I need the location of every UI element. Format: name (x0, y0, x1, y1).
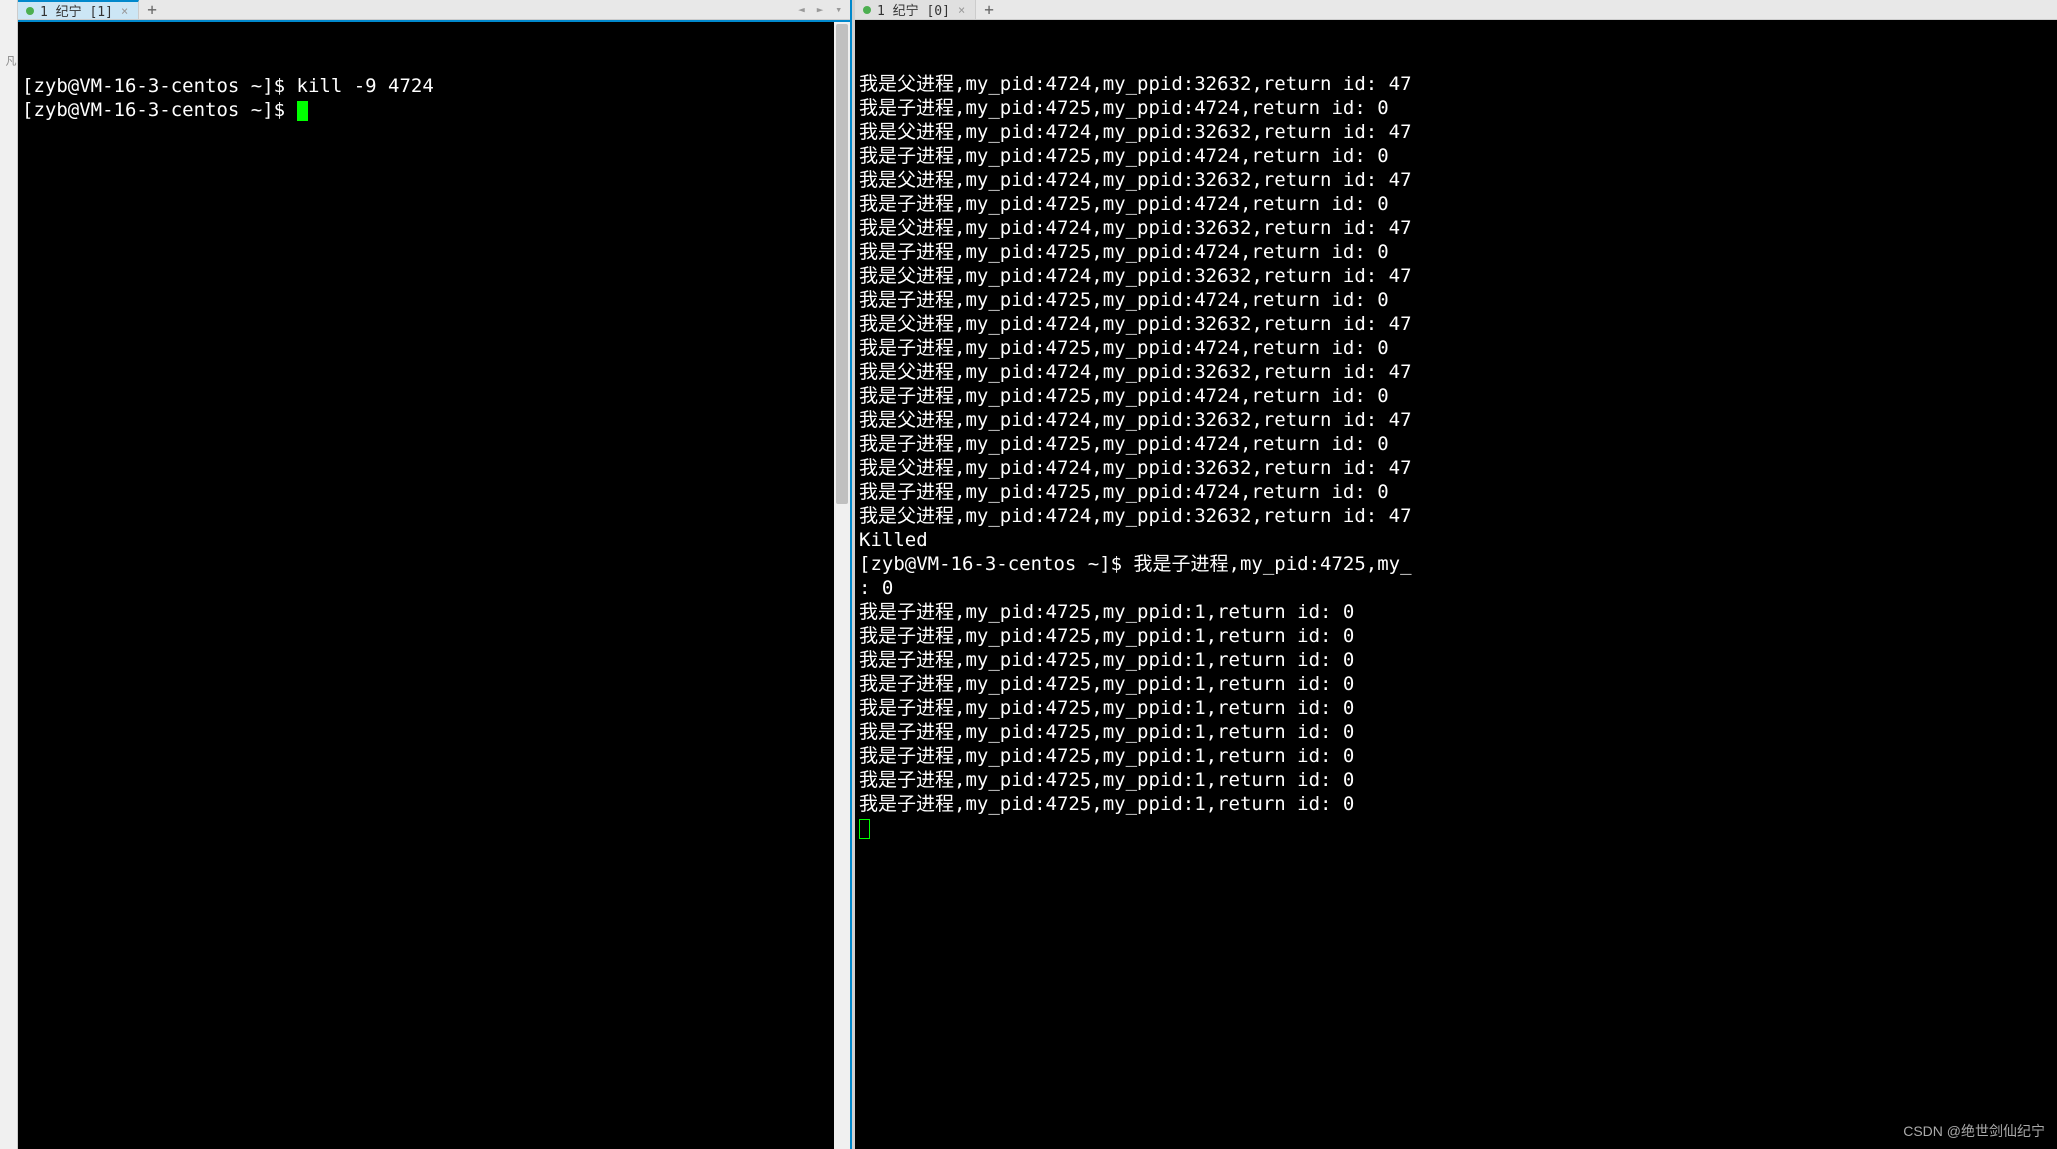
terminal-line: 我是子进程,my_pid:4725,my_ppid:4724,return id… (859, 240, 2053, 264)
terminal-line: 我是子进程,my_pid:4725,my_ppid:1,return id: 0 (859, 696, 2053, 720)
terminal-line: 我是子进程,my_pid:4725,my_ppid:1,return id: 0 (859, 648, 2053, 672)
add-tab-button[interactable]: + (139, 0, 165, 19)
terminal-line: : 0 (859, 576, 2053, 600)
terminal-line: 我是父进程,my_pid:4724,my_ppid:32632,return i… (859, 312, 2053, 336)
cursor-icon (859, 819, 870, 839)
scrollbar-vertical-left[interactable] (834, 22, 850, 1149)
tab-prev-icon[interactable]: ◄ (794, 3, 809, 16)
tab-next-icon[interactable]: ► (813, 3, 828, 16)
terminal-line: 我是子进程,my_pid:4725,my_ppid:4724,return id… (859, 288, 2053, 312)
terminal-line: [zyb@VM-16-3-centos ~]$ (22, 98, 846, 122)
terminal-line: 我是子进程,my_pid:4725,my_ppid:1,return id: 0 (859, 624, 2053, 648)
terminal-line: [zyb@VM-16-3-centos ~]$ 我是子进程,my_pid:472… (859, 552, 2053, 576)
terminal-line: 我是父进程,my_pid:4724,my_ppid:32632,return i… (859, 216, 2053, 240)
terminal-line: 我是子进程,my_pid:4725,my_ppid:1,return id: 0 (859, 720, 2053, 744)
right-pane: 1 纪宁 [0] × + 我是父进程,my_pid:4724,my_ppid:3… (855, 0, 2057, 1149)
terminal-line: 我是子进程,my_pid:4725,my_ppid:4724,return id… (859, 384, 2053, 408)
terminal-line: 我是父进程,my_pid:4724,my_ppid:32632,return i… (859, 456, 2053, 480)
terminal-right[interactable]: 我是父进程,my_pid:4724,my_ppid:32632,return i… (855, 20, 2057, 1149)
terminal-line: 我是父进程,my_pid:4724,my_ppid:32632,return i… (859, 264, 2053, 288)
tab-bar-left: 1 纪宁 [1] × + ◄ ► ▾ (18, 0, 850, 20)
terminal-line: 我是子进程,my_pid:4725,my_ppid:1,return id: 0 (859, 792, 2053, 816)
terminal-line: 我是子进程,my_pid:4725,my_ppid:1,return id: 0 (859, 768, 2053, 792)
terminal-line: 我是子进程,my_pid:4725,my_ppid:4724,return id… (859, 432, 2053, 456)
status-dot-icon (863, 6, 871, 14)
close-icon[interactable]: × (956, 3, 967, 17)
close-icon[interactable]: × (119, 4, 130, 18)
watermark: CSDN @绝世剑仙纪宁 (1903, 1119, 2045, 1143)
terminal-left[interactable]: [zyb@VM-16-3-centos ~]$ kill -9 4724[zyb… (18, 20, 850, 1149)
terminal-line: Killed (859, 528, 2053, 552)
terminal-line: 我是子进程,my_pid:4725,my_ppid:1,return id: 0 (859, 600, 2053, 624)
terminal-line: 我是父进程,my_pid:4724,my_ppid:32632,return i… (859, 408, 2053, 432)
left-pane: 1 纪宁 [1] × + ◄ ► ▾ [zyb@VM-16-3-centos ~… (18, 0, 852, 1149)
terminal-line: 我是父进程,my_pid:4724,my_ppid:32632,return i… (859, 360, 2053, 384)
terminal-line (859, 816, 2053, 840)
terminal-line: [zyb@VM-16-3-centos ~]$ kill -9 4724 (22, 74, 846, 98)
terminal-line: 我是子进程,my_pid:4725,my_ppid:4724,return id… (859, 336, 2053, 360)
terminal-line: 我是子进程,my_pid:4725,my_ppid:1,return id: 0 (859, 672, 2053, 696)
terminal-line: 我是父进程,my_pid:4724,my_ppid:32632,return i… (859, 168, 2053, 192)
terminal-line: 我是父进程,my_pid:4724,my_ppid:32632,return i… (859, 504, 2053, 528)
tab-bar-right: 1 纪宁 [0] × + (855, 0, 2057, 20)
status-dot-icon (26, 7, 34, 15)
add-tab-button[interactable]: + (976, 0, 1002, 19)
tab-nav-left: ◄ ► ▾ (794, 3, 846, 16)
tab-label: 1 纪宁 [0] (877, 0, 950, 19)
cursor-icon (297, 101, 308, 121)
scrollbar-thumb[interactable] (836, 24, 848, 504)
left-gutter: 凡 (0, 0, 18, 1149)
terminal-line: 我是父进程,my_pid:4724,my_ppid:32632,return i… (859, 72, 2053, 96)
tab-dropdown-icon[interactable]: ▾ (831, 3, 846, 16)
terminal-line: 我是父进程,my_pid:4724,my_ppid:32632,return i… (859, 120, 2053, 144)
terminal-line: 我是子进程,my_pid:4725,my_ppid:4724,return id… (859, 480, 2053, 504)
tab-label: 1 纪宁 [1] (40, 1, 113, 20)
terminal-line: 我是子进程,my_pid:4725,my_ppid:1,return id: 0 (859, 744, 2053, 768)
terminal-line: 我是子进程,my_pid:4725,my_ppid:4724,return id… (859, 96, 2053, 120)
gutter-marker: 凡 (2, 55, 18, 66)
terminal-line: 我是子进程,my_pid:4725,my_ppid:4724,return id… (859, 144, 2053, 168)
tab-left-1[interactable]: 1 纪宁 [1] × (18, 0, 139, 19)
terminal-line: 我是子进程,my_pid:4725,my_ppid:4724,return id… (859, 192, 2053, 216)
tab-right-1[interactable]: 1 纪宁 [0] × (855, 0, 976, 19)
